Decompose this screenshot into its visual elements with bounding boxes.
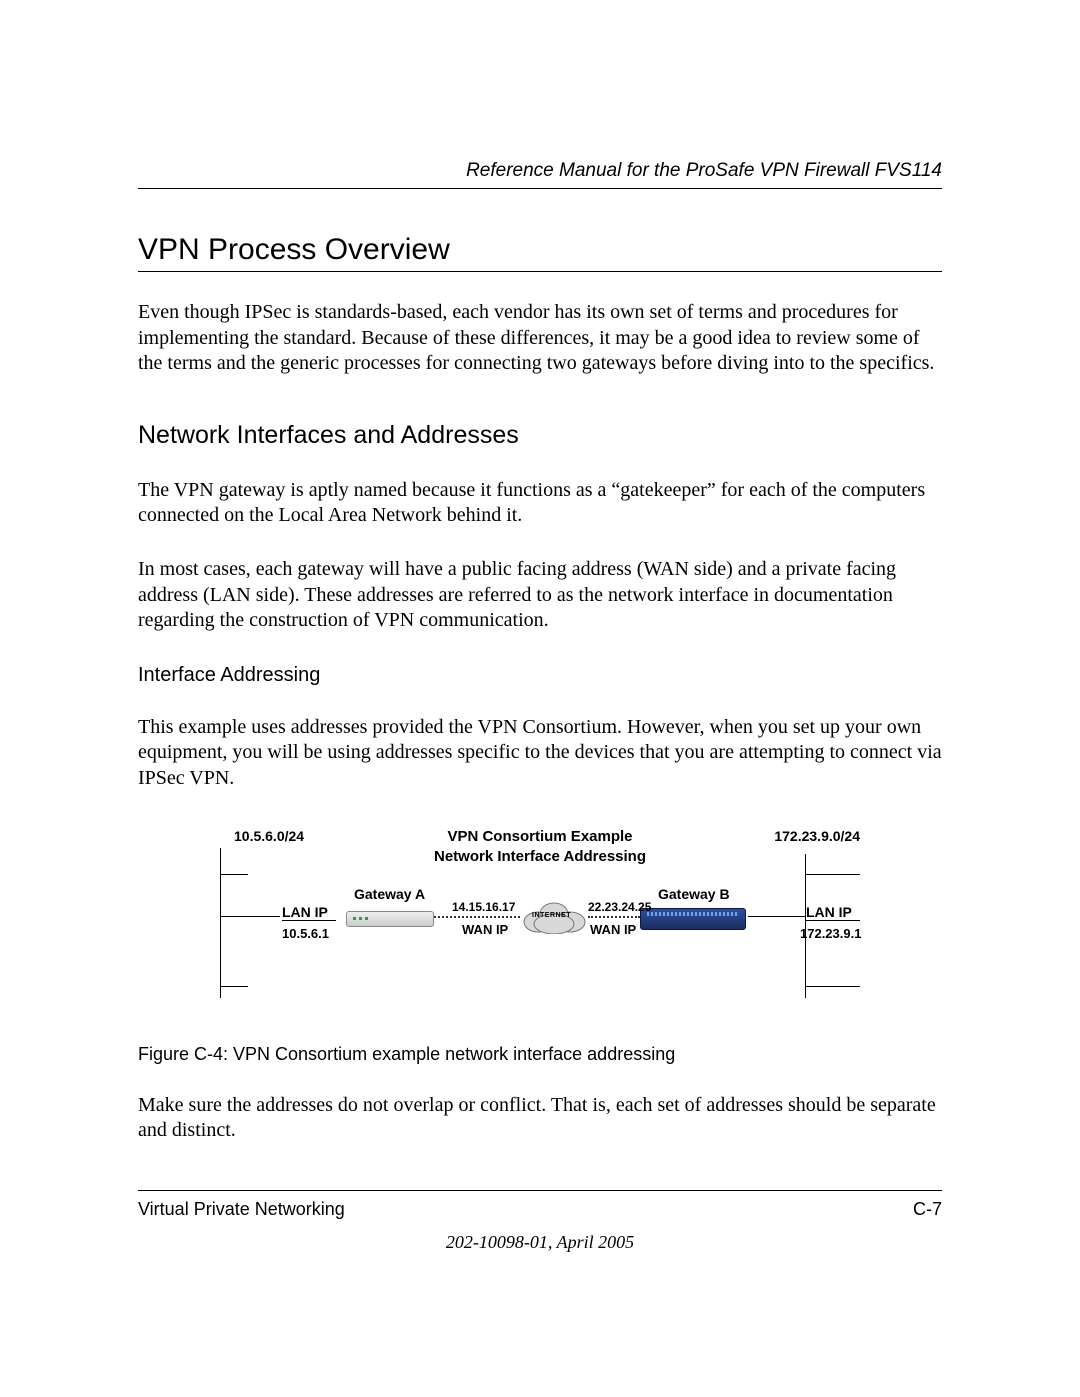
after-figure-paragraph: Make sure the addresses do not overlap o…: [138, 1093, 942, 1144]
page: Reference Manual for the ProSafe VPN Fir…: [0, 0, 1080, 1397]
subsection-p2: In most cases, each gateway will have a …: [138, 557, 942, 634]
wan-ip-label-a: WAN IP: [462, 922, 508, 937]
section-title: VPN Process Overview: [138, 233, 942, 272]
diagram-subtitle: Network Interface Addressing: [220, 848, 860, 865]
diagram-title: VPN Consortium Example: [220, 828, 860, 845]
footer-page-number: C-7: [913, 1199, 942, 1220]
footer-section: Virtual Private Networking: [138, 1199, 345, 1220]
subsection-p1: The VPN gateway is aptly named because i…: [138, 478, 942, 529]
footer-doc-id: 202-10098-01, April 2005: [138, 1232, 942, 1253]
subsection-title: Network Interfaces and Addresses: [138, 421, 942, 450]
gateway-b-label: Gateway B: [658, 886, 730, 902]
wan-ip-value-b: 22.23.24.25: [588, 900, 651, 914]
lan-ip-value-b: 172.23.9.1: [800, 926, 860, 941]
lan-ip-label-b: LAN IP: [806, 904, 860, 921]
right-tick-2: [806, 986, 860, 987]
network-diagram: 10.5.6.0/24 VPN Consortium Example Netwo…: [220, 828, 860, 1008]
left-tick-2: [220, 986, 248, 987]
internet-label: INTERNET: [532, 912, 571, 919]
right-tick-1: [806, 874, 860, 875]
wan-ip-value-a: 14.15.16.17: [452, 900, 515, 914]
right-network-label: 172.23.9.0/24: [774, 828, 860, 844]
gateway-a-label: Gateway A: [354, 886, 425, 902]
vpn-link-b: [588, 916, 640, 918]
intro-paragraph: Even though IPSec is standards-based, ea…: [138, 300, 942, 377]
subsub-title: Interface Addressing: [138, 664, 942, 687]
figure-caption: Figure C-4: VPN Consortium example netwo…: [138, 1044, 942, 1065]
footer-rule: [138, 1190, 942, 1191]
subsub-p1: This example uses addresses provided the…: [138, 715, 942, 792]
left-bus-line: [220, 848, 221, 998]
gateway-a-icon: [346, 911, 434, 927]
gateway-b-icon: [640, 908, 746, 930]
wan-ip-label-b: WAN IP: [590, 922, 636, 937]
left-bus-spur: [220, 916, 280, 917]
vpn-link-a: [434, 916, 520, 918]
right-bus-spur: [748, 916, 806, 917]
running-header: Reference Manual for the ProSafe VPN Fir…: [138, 160, 942, 182]
footer-row: Virtual Private Networking C-7: [138, 1199, 942, 1220]
header-rule: [138, 188, 942, 189]
left-tick-1: [220, 874, 248, 875]
lan-ip-label-a: LAN IP: [282, 904, 336, 921]
lan-ip-value-a: 10.5.6.1: [282, 926, 329, 941]
